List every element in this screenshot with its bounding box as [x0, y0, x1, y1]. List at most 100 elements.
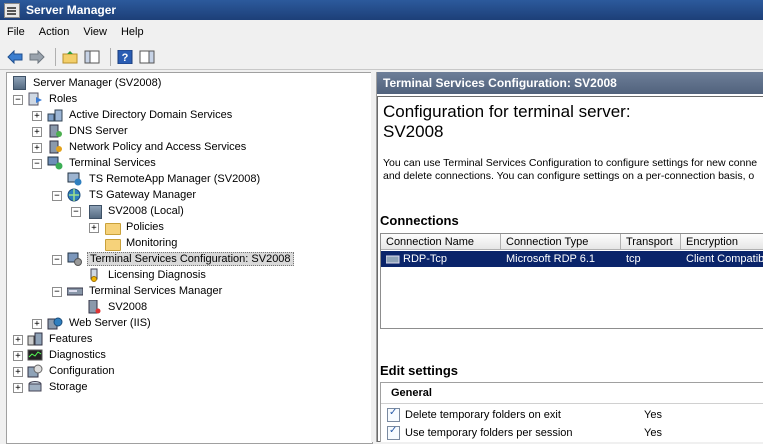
server-manager-icon [11, 76, 27, 90]
cell-connection-type: Microsoft RDP 6.1 [506, 253, 596, 265]
server-manager-icon [4, 2, 20, 18]
description-text: You can use Terminal Services Configurat… [383, 157, 763, 183]
tree-item-ts-manager[interactable]: Terminal Services Manager [66, 283, 224, 299]
setting-value: Yes [644, 409, 662, 421]
menu-view[interactable]: View [76, 26, 114, 38]
menu-action[interactable]: Action [32, 26, 77, 38]
tree-item-features[interactable]: Features [27, 331, 94, 347]
expand-policies-toggle[interactable]: + [89, 223, 99, 233]
ts-manager-icon [66, 284, 84, 298]
up-folder-icon[interactable] [61, 48, 79, 66]
tree-item-remoteapp[interactable]: TS RemoteApp Manager (SV2008) [67, 171, 262, 187]
title-bar: Server Manager [0, 0, 763, 20]
window-title: Server Manager [26, 3, 117, 17]
tree-item-diagnostics[interactable]: Diagnostics [27, 347, 108, 363]
terminal-services-icon [47, 156, 63, 170]
collapse-roles-toggle[interactable]: − [13, 95, 23, 105]
licensing-diagnosis-icon [86, 268, 102, 282]
column-header-connection-type[interactable]: Connection Type [501, 234, 621, 250]
setting-checkmark-icon [387, 407, 400, 422]
server-icon [86, 299, 102, 314]
toolbar-separator [110, 47, 111, 66]
column-header-transport[interactable]: Transport [621, 234, 681, 250]
tree-item-iis[interactable]: Web Server (IIS) [47, 315, 153, 331]
setting-label: Delete temporary folders on exit [405, 409, 561, 421]
tree-item-configuration[interactable]: Configuration [27, 363, 116, 379]
tree-label: Web Server (IIS) [69, 317, 151, 329]
network-policy-icon [47, 140, 63, 154]
tree-item-dns[interactable]: DNS Server [47, 123, 130, 139]
edit-settings-heading: Edit settings [380, 363, 459, 378]
tree-item-ts-configuration[interactable]: Terminal Services Configuration: SV2008 [67, 251, 294, 267]
diagnostics-icon [27, 348, 43, 362]
details-pane-header: Terminal Services Configuration: SV2008 [377, 72, 763, 94]
svg-text:?: ? [122, 52, 129, 64]
tree-label: Network Policy and Access Services [69, 141, 247, 153]
column-header-connection-name[interactable]: Connection Name [381, 234, 501, 250]
expand-storage-toggle[interactable]: + [13, 383, 23, 393]
general-settings-group: General Delete temporary folders on exit… [380, 382, 763, 442]
connections-heading: Connections [380, 213, 459, 228]
expand-iis-toggle[interactable]: + [32, 319, 42, 329]
tree-item-gw-local[interactable]: SV2008 (Local) [86, 203, 186, 219]
description-line-2: and delete connections. You can configur… [383, 170, 755, 182]
features-icon [27, 332, 43, 346]
help-icon[interactable]: ? [116, 48, 134, 66]
tree-item-tsm-sv2008[interactable]: SV2008 [86, 299, 149, 315]
collapse-ts-toggle[interactable]: − [32, 159, 42, 169]
expand-features-toggle[interactable]: + [13, 335, 23, 345]
tree-item-licensing-diagnosis[interactable]: Licensing Diagnosis [86, 267, 208, 283]
tree-label: Server Manager (SV2008) [33, 77, 162, 89]
setting-row-temp-per-session[interactable]: Use temporary folders per session Yes [387, 425, 662, 441]
collapse-gateway-toggle[interactable]: − [52, 191, 62, 201]
expand-dns-toggle[interactable]: + [32, 127, 42, 137]
tree-item-ts-gateway[interactable]: TS Gateway Manager [67, 187, 198, 203]
details-pane: Terminal Services Configuration: SV2008 … [376, 72, 763, 442]
show-hide-tree-icon[interactable] [83, 48, 101, 66]
tree-item-policies[interactable]: Policies [104, 219, 166, 235]
storage-icon [27, 380, 43, 394]
menu-help[interactable]: Help [114, 26, 151, 38]
menu-file[interactable]: File [0, 26, 32, 38]
expand-ad-toggle[interactable]: + [32, 111, 42, 121]
setting-value: Yes [644, 427, 662, 439]
config-title: Configuration for terminal server: SV200… [383, 102, 631, 142]
configuration-icon [27, 364, 43, 378]
tree-label: Roles [49, 93, 78, 105]
cell-transport: tcp [626, 253, 641, 265]
setting-row-delete-temp[interactable]: Delete temporary folders on exit Yes [387, 407, 662, 423]
details-body: Configuration for terminal server: SV200… [377, 96, 763, 442]
back-arrow-icon[interactable] [6, 48, 24, 66]
show-hide-action-pane-icon[interactable] [138, 48, 156, 66]
navigation-tree: Server Manager (SV2008) − Roles + Active… [6, 72, 373, 444]
collapse-tsmanager-toggle[interactable]: − [52, 287, 62, 297]
tree-item-ad-ds[interactable]: Active Directory Domain Services [47, 107, 234, 123]
column-header-encryption[interactable]: Encryption [681, 234, 763, 250]
remoteapp-icon [67, 172, 83, 186]
tree-label: DNS Server [69, 125, 128, 137]
tree-item-terminal-services[interactable]: Terminal Services [47, 155, 158, 171]
expand-npas-toggle[interactable]: + [32, 143, 42, 153]
config-title-line1: Configuration for terminal server: [383, 102, 631, 121]
expand-configuration-toggle[interactable]: + [13, 367, 23, 377]
collapse-gw-local-toggle[interactable]: − [71, 207, 81, 217]
setting-checkmark-icon [387, 425, 400, 440]
config-title-server: SV2008 [383, 122, 444, 141]
tree-item-storage[interactable]: Storage [27, 379, 90, 395]
connection-name-text: RDP-Tcp [403, 253, 448, 265]
setting-label: Use temporary folders per session [405, 427, 573, 439]
table-row[interactable]: RDP-Tcp Microsoft RDP 6.1 tcp Client Com… [381, 251, 763, 267]
tree-item-monitoring[interactable]: Monitoring [104, 235, 179, 251]
tree-item-roles[interactable]: Roles [27, 91, 79, 107]
tree-item-root[interactable]: Server Manager (SV2008) [11, 75, 163, 91]
forward-arrow-icon[interactable] [28, 48, 46, 66]
collapse-tsconfig-toggle[interactable]: − [52, 255, 62, 265]
tree-label-selected: Terminal Services Configuration: SV2008 [87, 252, 294, 266]
cell-connection-name: RDP-Tcp [381, 251, 506, 267]
expand-diagnostics-toggle[interactable]: + [13, 351, 23, 361]
tree-item-npas[interactable]: Network Policy and Access Services [47, 139, 248, 155]
roles-icon [27, 92, 43, 106]
tree-label: Features [49, 333, 93, 345]
tree-label: Monitoring [126, 237, 178, 249]
toolbar-separator [55, 47, 56, 66]
